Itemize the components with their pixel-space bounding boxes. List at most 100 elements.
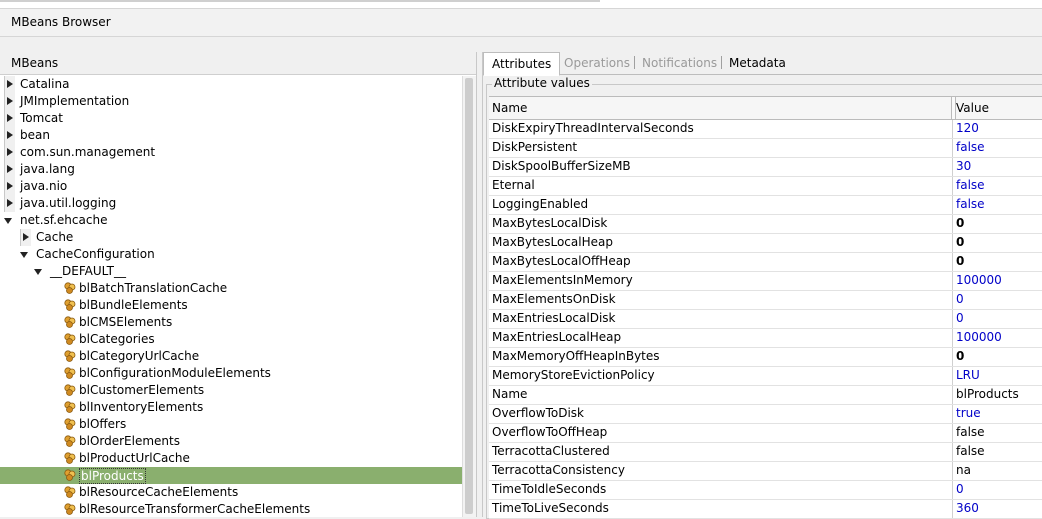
tab-metadata[interactable]: Metadata — [729, 56, 786, 70]
table-row[interactable]: DiskExpiryThreadIntervalSeconds 120 — [489, 120, 1042, 139]
tree-node[interactable]: Cache — [0, 229, 462, 246]
attribute-value[interactable]: 100000 — [956, 272, 1002, 289]
tree-node[interactable]: java.nio — [0, 178, 462, 195]
tree-node[interactable]: blResourceTransformerCacheElements — [0, 501, 462, 518]
table-row[interactable]: MaxBytesLocalOffHeap 0 — [489, 253, 1042, 272]
attribute-value[interactable]: 360 — [956, 500, 979, 517]
tree-node[interactable]: java.util.logging — [0, 195, 462, 212]
tree-node-label: blCategories — [79, 332, 155, 346]
table-row[interactable]: TerracottaClustered false — [489, 443, 1042, 462]
expand-arrow-right-icon[interactable] — [20, 229, 31, 246]
expand-arrow-right-icon[interactable] — [4, 127, 15, 144]
attribute-value[interactable]: 30 — [956, 158, 971, 175]
table-row[interactable]: DiskPersistent false — [489, 139, 1042, 158]
attribute-name: OverflowToDisk — [492, 406, 584, 420]
expand-arrow-right-icon[interactable] — [4, 93, 15, 110]
tree-scrollbar-thumb[interactable] — [465, 78, 473, 514]
table-row[interactable]: MaxEntriesLocalHeap 100000 — [489, 329, 1042, 348]
tree-node[interactable]: blOffers — [0, 416, 462, 433]
attribute-value[interactable]: 0 — [956, 291, 964, 308]
table-row[interactable]: MaxBytesLocalDisk 0 — [489, 215, 1042, 234]
tree-node[interactable]: blBatchTranslationCache — [0, 280, 462, 297]
tree-node[interactable]: blProducts — [0, 467, 462, 484]
table-row[interactable]: MaxElementsOnDisk 0 — [489, 291, 1042, 310]
tree-scrollbar[interactable] — [462, 76, 476, 517]
tab-attributes[interactable]: Attributes — [483, 52, 561, 76]
column-header-name[interactable]: Name — [492, 101, 527, 115]
table-row[interactable]: MaxEntriesLocalDisk 0 — [489, 310, 1042, 329]
tree-node[interactable]: java.lang — [0, 161, 462, 178]
table-row[interactable]: MaxElementsInMemory 100000 — [489, 272, 1042, 291]
tree-node[interactable]: __DEFAULT__ — [0, 263, 462, 280]
tree-node[interactable]: Catalina — [0, 76, 462, 93]
table-row[interactable]: MemoryStoreEvictionPolicy LRU — [489, 367, 1042, 386]
tree-node[interactable]: blInventoryElements — [0, 399, 462, 416]
table-row[interactable]: TimeToLiveSeconds 360 — [489, 500, 1042, 519]
tree-node[interactable]: bean — [0, 127, 462, 144]
table-row[interactable]: OverflowToDisk true — [489, 405, 1042, 424]
tree-node-label: blInventoryElements — [79, 400, 204, 414]
mbean-icon — [64, 316, 76, 328]
expand-arrow-down-icon[interactable] — [34, 263, 44, 280]
tree-node[interactable]: blOrderElements — [0, 433, 462, 450]
expand-arrow-down-icon[interactable] — [20, 246, 30, 263]
mbean-icon — [64, 384, 76, 396]
expand-arrow-right-icon[interactable] — [4, 110, 15, 127]
tree-node[interactable]: Tomcat — [0, 110, 462, 127]
tree-node[interactable]: blCMSElements — [0, 314, 462, 331]
tree-node[interactable]: blProductUrlCache — [0, 450, 462, 467]
tree-node-label: java.util.logging — [20, 196, 117, 210]
table-row[interactable]: DiskSpoolBufferSizeMB 30 — [489, 158, 1042, 177]
tree-node[interactable]: blCategories — [0, 331, 462, 348]
mbean-icon — [64, 367, 76, 379]
column-header-value[interactable]: Value — [956, 101, 989, 115]
expand-arrow-right-icon[interactable] — [4, 76, 15, 93]
tree-node-label: blCategoryUrlCache — [79, 349, 200, 363]
tree-node-label: bean — [20, 128, 50, 142]
attribute-value[interactable]: 120 — [956, 120, 979, 137]
table-row[interactable]: Name blProducts — [489, 386, 1042, 405]
table-row[interactable]: MaxMemoryOffHeapInBytes 0 — [489, 348, 1042, 367]
tree-node[interactable]: blCategoryUrlCache — [0, 348, 462, 365]
tree-node[interactable]: JMImplementation — [0, 93, 462, 110]
expand-arrow-right-icon[interactable] — [4, 195, 15, 212]
attribute-value[interactable]: 100000 — [956, 329, 1002, 346]
table-row[interactable]: LoggingEnabled false — [489, 196, 1042, 215]
mbean-icon — [64, 282, 76, 294]
table-row[interactable]: OverflowToOffHeap false — [489, 424, 1042, 443]
attribute-value[interactable]: 0 — [956, 481, 964, 498]
details-panel: Attributes Operations Notifications Metadat… — [482, 52, 1042, 519]
expand-arrow-right-icon[interactable] — [4, 144, 15, 161]
tab-operations[interactable]: Operations — [564, 56, 630, 70]
attribute-value[interactable]: false — [956, 177, 985, 194]
tree-node[interactable]: com.sun.management — [0, 144, 462, 161]
tree-node[interactable]: net.sf.ehcache — [0, 212, 462, 229]
cell-divider — [952, 291, 953, 309]
mbean-icon — [64, 435, 76, 447]
tree-node[interactable]: blCustomerElements — [0, 382, 462, 399]
table-row[interactable]: TimeToIdleSeconds 0 — [489, 481, 1042, 500]
cell-divider — [952, 253, 953, 271]
expand-arrow-right-icon[interactable] — [4, 161, 15, 178]
attribute-value[interactable]: false — [956, 196, 985, 213]
tree-node[interactable]: blResourceCacheElements — [0, 484, 462, 501]
tree-node-label: blBatchTranslationCache — [79, 281, 228, 295]
cell-divider — [952, 348, 953, 366]
window-title: MBeans Browser — [11, 15, 111, 29]
table-row[interactable]: MaxBytesLocalHeap 0 — [489, 234, 1042, 253]
attribute-value[interactable]: false — [956, 139, 985, 156]
expand-arrow-right-icon[interactable] — [4, 178, 15, 195]
tab-notifications[interactable]: Notifications — [642, 56, 717, 70]
expand-arrow-down-icon[interactable] — [4, 212, 14, 229]
tree-node[interactable]: blConfigurationModuleElements — [0, 365, 462, 382]
table-row[interactable]: TerracottaConsistency na — [489, 462, 1042, 481]
attribute-value[interactable]: LRU — [956, 367, 980, 384]
cell-divider — [952, 424, 953, 442]
tree-node[interactable]: blBundleElements — [0, 297, 462, 314]
attribute-value[interactable]: 0 — [956, 310, 964, 327]
mbean-icon — [64, 299, 76, 311]
attribute-value[interactable]: true — [956, 405, 981, 422]
table-row[interactable]: Eternal false — [489, 177, 1042, 196]
tree-node[interactable]: CacheConfiguration — [0, 246, 462, 263]
cell-divider — [952, 500, 953, 518]
